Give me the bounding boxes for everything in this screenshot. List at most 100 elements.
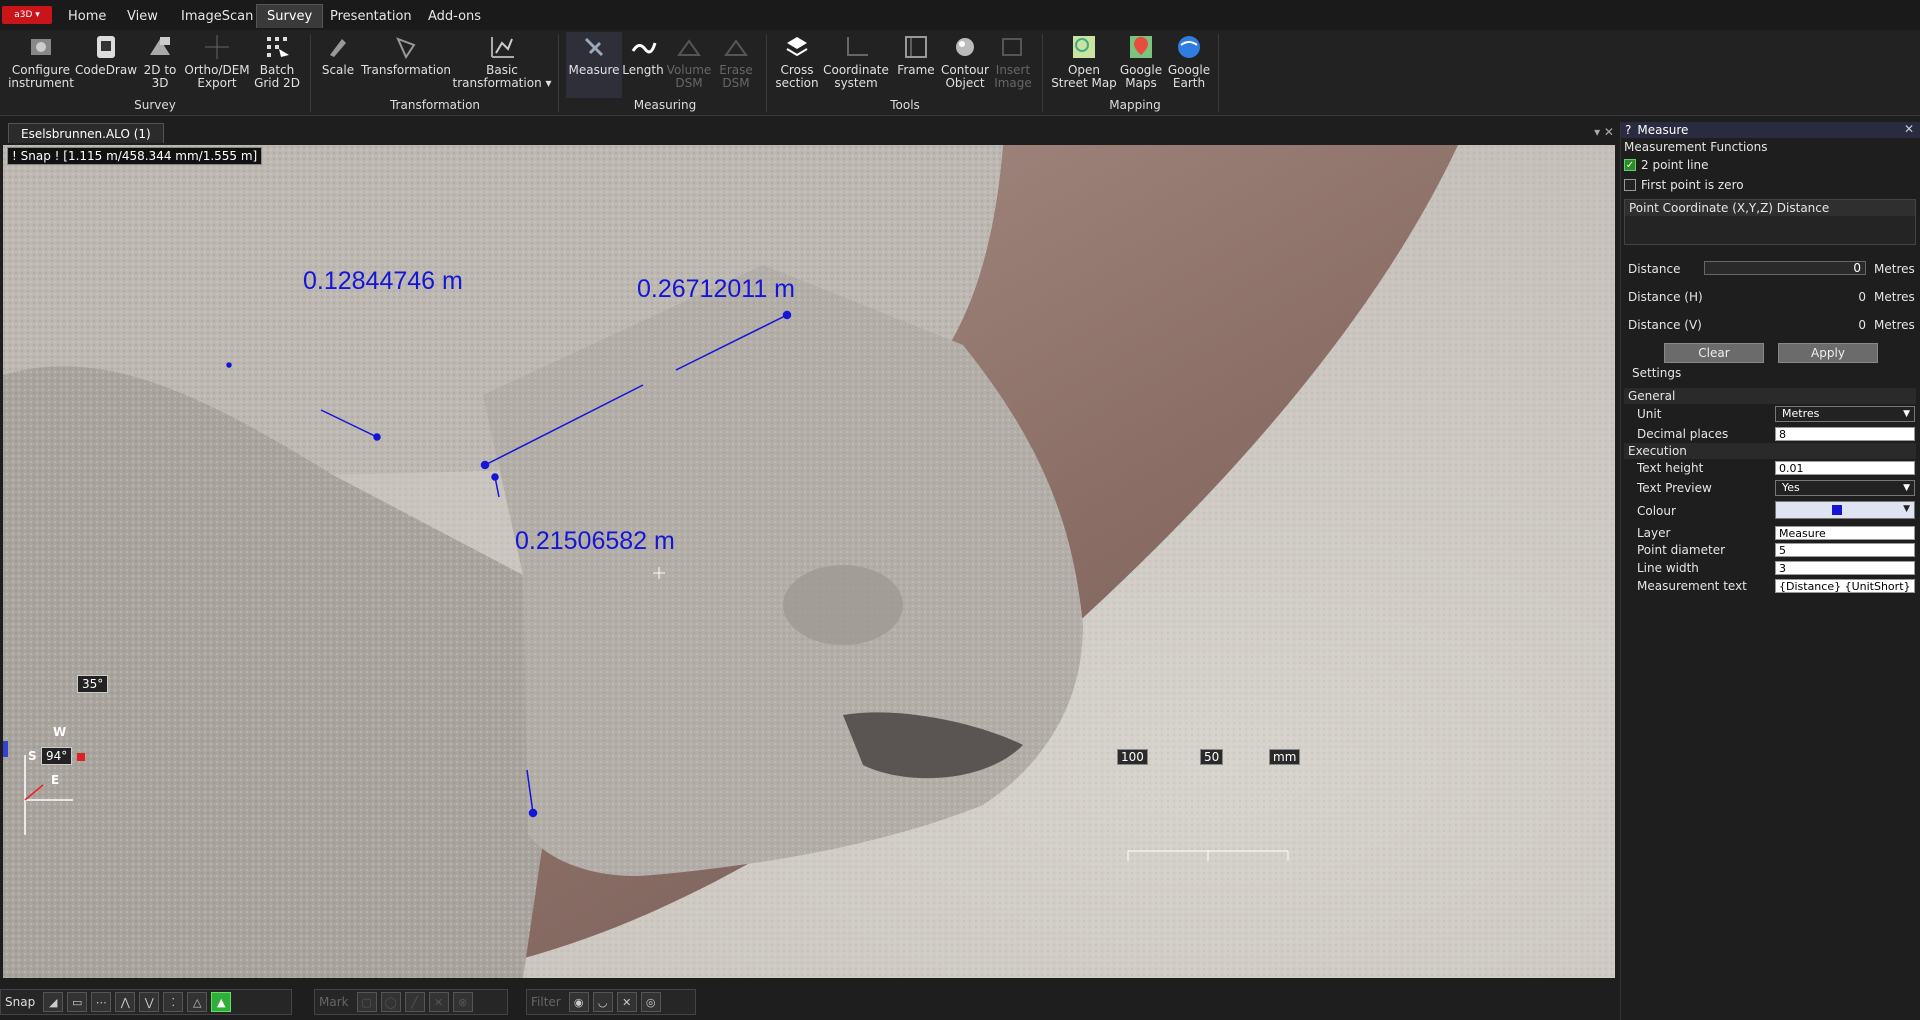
filter-clear-icon[interactable]: ✕ xyxy=(616,992,637,1012)
distance-label: Distance xyxy=(1628,262,1681,276)
two-point-line-checkbox[interactable]: ✓ xyxy=(1624,159,1636,171)
tilt-angle-readout[interactable]: 35° xyxy=(77,675,109,693)
clear-button[interactable]: Clear xyxy=(1664,343,1764,363)
measurement-label-1[interactable]: 0.12844746 m xyxy=(303,267,463,296)
snap-vertex-icon[interactable]: ⁚ xyxy=(163,992,184,1012)
layer-label: Layer xyxy=(1637,526,1671,540)
chevron-down-icon: ▼ xyxy=(1903,409,1910,419)
decimal-places-input[interactable]: 8 xyxy=(1775,427,1915,441)
measure-button[interactable]: Measure xyxy=(566,32,622,98)
scene-render xyxy=(3,145,1615,978)
tab-home[interactable]: Home xyxy=(58,4,116,28)
general-section[interactable]: General xyxy=(1624,388,1916,404)
2d-to-3d-button[interactable]: 2D to 3D xyxy=(140,32,180,98)
snap-edge-icon[interactable]: ⋀ xyxy=(115,992,136,1012)
filter-eye-icon[interactable]: ◎ xyxy=(640,992,661,1012)
document-tab-controls[interactable]: ▾ ✕ xyxy=(1594,125,1614,139)
compass-east: E xyxy=(51,773,60,787)
coordinate-system-icon xyxy=(841,32,871,62)
button-label: Open Street Map xyxy=(1051,63,1117,90)
snap-points-icon[interactable]: ⋯ xyxy=(91,992,112,1012)
measurement-label-3[interactable]: 0.21506582 m xyxy=(515,527,675,556)
codedraw-icon xyxy=(91,32,121,62)
document-tab[interactable]: Eselsbrunnen.ALO (1) xyxy=(8,123,164,143)
group-separator xyxy=(558,34,559,112)
transformation-icon xyxy=(391,32,421,62)
app-menu-button[interactable]: a3D ▾ xyxy=(2,6,52,24)
frame-button[interactable]: Frame xyxy=(894,32,938,98)
panel-title-bar: ? Measure ✕ xyxy=(1621,122,1920,138)
close-icon[interactable]: ✕ xyxy=(1904,122,1914,136)
app-window: a3D ▾ Home View ImageScan Survey Present… xyxy=(0,0,1920,1020)
cross-section-button[interactable]: Cross section xyxy=(772,32,822,98)
point-coordinate-table[interactable]: Point Coordinate (X,Y,Z) Distance xyxy=(1624,199,1916,245)
heading-angle-readout[interactable]: 94° xyxy=(41,747,73,765)
first-point-zero-label: First point is zero xyxy=(1641,178,1744,192)
snap-plane-icon[interactable]: ▭ xyxy=(67,992,88,1012)
tab-addons[interactable]: Add-ons xyxy=(418,4,491,28)
text-preview-dropdown[interactable]: Yes ▼ xyxy=(1775,480,1915,496)
basic-transformation-button[interactable]: Basic transformation ▾ xyxy=(453,32,552,98)
scale-label-50: 50 xyxy=(1200,749,1224,765)
google-earth-button[interactable]: Google Earth xyxy=(1166,32,1212,98)
button-label: Batch Grid 2D xyxy=(254,63,300,90)
mark-clear-icon: ✕ xyxy=(428,992,449,1012)
help-icon[interactable]: ? xyxy=(1625,123,1631,137)
text-preview-value: Yes xyxy=(1782,481,1800,494)
tab-view[interactable]: View xyxy=(117,4,168,28)
apply-button[interactable]: Apply xyxy=(1778,343,1878,363)
codedraw-button[interactable]: CodeDraw xyxy=(75,32,137,98)
open-street-map-button[interactable]: Open Street Map xyxy=(1050,32,1118,98)
snap-surface-icon[interactable]: ◢ xyxy=(43,992,64,1012)
batch-grid-icon xyxy=(262,32,292,62)
text-preview-label: Text Preview xyxy=(1637,481,1712,495)
tab-imagescan[interactable]: ImageScan xyxy=(171,4,263,28)
button-label: Cross section xyxy=(775,63,819,90)
configure-instrument-button[interactable]: Configure instrument xyxy=(8,32,74,98)
button-label: Google Maps xyxy=(1119,63,1163,90)
coordinate-system-button[interactable]: Coordinate system xyxy=(823,32,889,98)
measurement-text-input[interactable]: {Distance} {UnitShort} xyxy=(1775,579,1915,593)
button-label: Scale xyxy=(321,63,355,77)
contour-object-button[interactable]: Contour Object xyxy=(940,32,990,98)
length-button[interactable]: Length xyxy=(622,32,664,98)
settings-heading: Settings xyxy=(1632,366,1682,380)
ortho-dem-export-button[interactable]: Ortho/DEM Export xyxy=(184,32,250,98)
3d-viewport[interactable]: ! Snap ! [1.115 m/458.344 mm/1.555 m] 0.… xyxy=(3,145,1615,978)
execution-section[interactable]: Execution xyxy=(1624,443,1916,459)
unit-dropdown-value: Metres xyxy=(1782,407,1820,420)
text-height-input[interactable]: 0.01 xyxy=(1775,461,1915,475)
filter-toolbar: Filter ◉ ◡ ✕ ◎ xyxy=(526,989,696,1015)
line-width-input[interactable]: 3 xyxy=(1775,561,1915,575)
button-label: Ortho/DEM Export xyxy=(184,63,250,90)
snap-mesh-icon[interactable]: ▲ xyxy=(211,992,232,1012)
bottom-toolbar: Snap ◢ ▭ ⋯ ⋀ ⋁ ⁚ △ ▲ Mark ▢ ◯ ╱ ✕ ⊗ Filt… xyxy=(0,982,1618,1020)
batch-grid-button[interactable]: Batch Grid 2D xyxy=(254,32,300,98)
tab-presentation[interactable]: Presentation xyxy=(320,4,422,28)
button-label: Configure instrument xyxy=(8,63,74,90)
layer-input[interactable]: Measure xyxy=(1775,526,1915,540)
google-maps-button[interactable]: Google Maps xyxy=(1118,32,1164,98)
filter-label: Filter xyxy=(531,995,561,1009)
length-icon xyxy=(628,32,658,62)
colour-swatch xyxy=(1832,505,1842,515)
chevron-down-icon: ▼ xyxy=(1903,483,1910,493)
filter-view-icon[interactable]: ◉ xyxy=(568,992,589,1012)
measure-icon xyxy=(579,32,609,62)
snap-line-icon[interactable]: ⋁ xyxy=(139,992,160,1012)
distance-h-label: Distance (H) xyxy=(1628,290,1703,304)
scale-button[interactable]: Scale xyxy=(318,32,358,98)
group-mapping-label: Mapping xyxy=(1109,98,1161,112)
contour-object-icon xyxy=(950,32,980,62)
snap-triangle-icon[interactable]: △ xyxy=(187,992,208,1012)
tab-survey[interactable]: Survey xyxy=(256,4,324,28)
filter-bowl-icon[interactable]: ◡ xyxy=(592,992,613,1012)
point-diameter-input[interactable]: 5 xyxy=(1775,543,1915,557)
unit-dropdown[interactable]: Metres ▼ xyxy=(1775,406,1915,422)
first-point-zero-checkbox[interactable] xyxy=(1624,179,1636,191)
measurement-label-2[interactable]: 0.26712011 m xyxy=(637,275,795,304)
transformation-button[interactable]: Transformation xyxy=(361,32,451,98)
colour-dropdown[interactable]: ▼ xyxy=(1775,501,1915,519)
distance-h-unit: Metres xyxy=(1874,290,1915,304)
group-separator xyxy=(1218,34,1219,112)
